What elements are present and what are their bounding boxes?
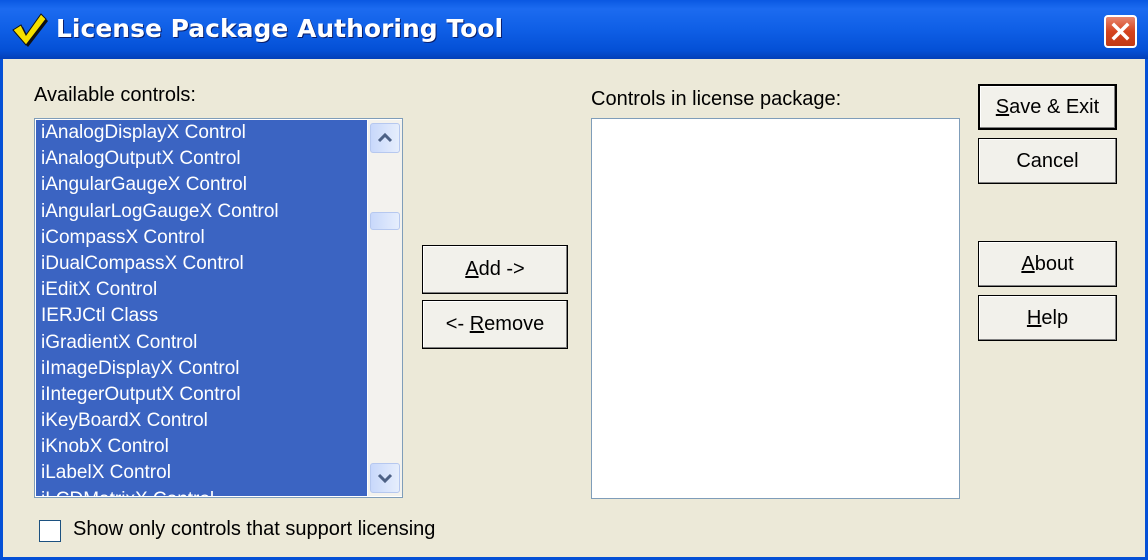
available-controls-list[interactable]: iAnalogDisplayX Control iAnalogOutputX Co… xyxy=(34,118,403,498)
scroll-down-button[interactable] xyxy=(370,463,400,493)
about-button-label: About xyxy=(1021,252,1074,275)
list-item[interactable]: iIntegerOutputX Control xyxy=(36,382,367,408)
close-icon xyxy=(1111,22,1130,41)
list-item[interactable]: iAngularGaugeX Control xyxy=(36,172,367,198)
list-item[interactable]: iKeyBoardX Control xyxy=(36,408,367,434)
list-item[interactable]: iEditX Control xyxy=(36,277,367,303)
licensing-only-label[interactable]: Show only controls that support licensin… xyxy=(73,518,435,541)
check-icon xyxy=(12,13,48,47)
save-exit-button-label: Save & Exit xyxy=(995,95,1100,118)
licensing-only-checkbox[interactable] xyxy=(39,520,61,542)
list-item[interactable]: iAnalogDisplayX Control xyxy=(36,120,367,146)
cancel-button-label: Cancel xyxy=(1016,149,1079,172)
list-item[interactable]: iGradientX Control xyxy=(36,330,367,356)
remove-button-label: <- Remove xyxy=(445,313,545,335)
scroll-up-button[interactable] xyxy=(370,123,400,153)
list-item[interactable]: iAnalogOutputX Control xyxy=(36,146,367,172)
list-scrollbar[interactable] xyxy=(368,120,402,496)
list-item[interactable]: iLabelX Control xyxy=(36,460,367,486)
list-item[interactable]: iLCDMatrixX Control xyxy=(36,487,367,496)
help-button[interactable]: Help xyxy=(978,295,1117,341)
save-exit-button[interactable]: Save & Exit xyxy=(978,84,1117,130)
help-button-label: Help xyxy=(1026,306,1069,329)
available-controls-label: Available controls: xyxy=(34,84,196,106)
about-button[interactable]: About xyxy=(978,241,1117,287)
package-controls-label: Controls in license package: xyxy=(591,88,842,110)
window-title: License Package Authoring Tool xyxy=(56,14,504,43)
list-item[interactable]: iDualCompassX Control xyxy=(36,251,367,277)
list-item[interactable]: iKnobX Control xyxy=(36,434,367,460)
chevron-down-icon xyxy=(377,473,393,484)
list-item[interactable]: IERJCtl Class xyxy=(36,303,367,329)
add-button-label: Add -> xyxy=(465,258,525,280)
package-controls-list[interactable] xyxy=(591,118,960,499)
close-button[interactable] xyxy=(1104,15,1137,48)
chevron-up-icon xyxy=(377,132,393,143)
title-bar[interactable]: License Package Authoring Tool xyxy=(0,0,1148,59)
list-item[interactable]: iImageDisplayX Control xyxy=(36,356,367,382)
list-item[interactable]: iAngularLogGaugeX Control xyxy=(36,199,367,225)
scroll-thumb[interactable] xyxy=(370,212,400,230)
available-list-items[interactable]: iAnalogDisplayX Control iAnalogOutputX Co… xyxy=(36,120,367,496)
cancel-button[interactable]: Cancel xyxy=(978,138,1117,184)
add-button[interactable]: Add -> xyxy=(422,245,568,294)
remove-button[interactable]: <- Remove xyxy=(422,300,568,349)
list-item[interactable]: iCompassX Control xyxy=(36,225,367,251)
